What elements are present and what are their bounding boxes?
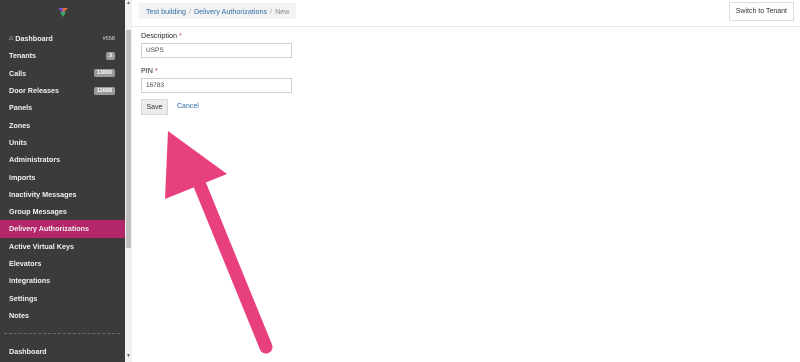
sidebar-item-zones[interactable]: Zones (0, 116, 125, 133)
cancel-link[interactable]: Cancel (177, 103, 199, 110)
top-bar: Test building / Delivery Authorizations … (132, 0, 800, 27)
breadcrumb: Test building / Delivery Authorizations … (139, 3, 297, 19)
sidebar-item-imports[interactable]: Imports (0, 168, 125, 185)
sidebar-item-badge: 13890 (93, 69, 115, 78)
scrollbar-thumb[interactable] (126, 30, 131, 248)
sidebar: ⌂ Dashboard #558 Tenants 3 Calls 13890 D… (0, 0, 125, 362)
sidebar-item-inactivity-messages[interactable]: Inactivity Messages (0, 186, 125, 203)
sidebar-item-administrators[interactable]: Administrators (0, 151, 125, 168)
description-label-text: Description (141, 31, 177, 40)
pin-label-text: PIN (141, 66, 153, 75)
sidebar-item-label: Group Messages (9, 207, 67, 217)
sidebar-item-label: Inactivity Messages (9, 189, 77, 199)
sidebar-item-badge: 3 (105, 51, 115, 60)
sidebar-item-delivery-authorizations[interactable]: Delivery Authorizations (0, 220, 125, 238)
sidebar-item-elevators[interactable]: Elevators (0, 255, 125, 272)
sidebar-item-settings[interactable]: Settings (0, 289, 125, 306)
sidebar-item-panels[interactable]: Panels (0, 99, 125, 116)
sidebar-nav: ⌂ Dashboard #558 Tenants 3 Calls 13890 D… (0, 30, 125, 324)
sidebar-item-label: Integrations (9, 276, 51, 286)
sidebar-item-door-releases[interactable]: Door Releases 12688 (0, 82, 125, 99)
required-mark: * (154, 66, 158, 75)
pin-label: PIN * (141, 66, 158, 75)
breadcrumb-building[interactable]: Test building (146, 7, 186, 16)
breadcrumb-separator: / (188, 6, 191, 16)
home-icon: ⌂ (9, 35, 14, 43)
description-value: USPS (146, 47, 164, 54)
sidebar-item-label: Tenants (9, 51, 37, 61)
sidebar-item-label: Dashboard (15, 34, 53, 44)
sidebar-item-group-messages[interactable]: Group Messages (0, 203, 125, 220)
sidebar-item-label: Notes (9, 310, 29, 320)
breadcrumb-separator: / (270, 6, 273, 16)
scroll-up-icon[interactable]: ▲ (126, 0, 131, 6)
sidebar-item-units[interactable]: Units (0, 134, 125, 151)
sidebar-item-label: Zones (9, 120, 31, 130)
sidebar-item-label: Calls (9, 68, 27, 78)
scroll-down-icon[interactable]: ▼ (126, 353, 131, 359)
sidebar-item-badge: 12688 (93, 86, 115, 95)
sidebar-item-label: Elevators (9, 259, 42, 268)
pin-value: 16783 (146, 82, 165, 89)
logo[interactable] (0, 0, 125, 24)
sidebar-divider (4, 333, 120, 334)
sidebar-item-dashboard-bottom[interactable]: Dashboard (9, 347, 47, 356)
sidebar-scrollbar[interactable]: ▲ ▼ (125, 0, 132, 362)
breadcrumb-section[interactable]: Delivery Authorizations (194, 7, 267, 16)
switch-to-tenant-button[interactable]: Switch to Tenant (728, 2, 794, 21)
sidebar-item-notes[interactable]: Notes (0, 307, 125, 324)
description-input[interactable]: USPS (141, 43, 292, 58)
sidebar-item-label: Administrators (9, 155, 61, 165)
sidebar-item-integrations[interactable]: Integrations (0, 272, 125, 289)
breadcrumb-current: New (275, 6, 290, 16)
required-mark: * (178, 31, 182, 40)
sidebar-item-dashboard[interactable]: ⌂ Dashboard #558 (0, 30, 125, 47)
save-button[interactable]: Save (141, 99, 168, 115)
sidebar-item-tenants[interactable]: Tenants 3 (0, 47, 125, 64)
sidebar-item-count: #558 (102, 35, 115, 42)
sidebar-item-label: Units (9, 137, 27, 147)
sidebar-item-label: Door Releases (9, 86, 59, 96)
sidebar-item-label: Active Virtual Keys (9, 241, 74, 251)
sidebar-item-calls[interactable]: Calls 13890 (0, 65, 125, 82)
description-label: Description * (141, 31, 182, 40)
sidebar-item-label: Settings (9, 293, 38, 303)
sidebar-item-label: Imports (9, 172, 36, 182)
logo-icon (57, 8, 68, 17)
sidebar-item-active-virtual-keys[interactable]: Active Virtual Keys (0, 238, 125, 255)
sidebar-item-label: Delivery Authorizations (9, 224, 90, 234)
pin-input[interactable]: 16783 (141, 78, 292, 93)
sidebar-item-label: Panels (9, 103, 33, 113)
